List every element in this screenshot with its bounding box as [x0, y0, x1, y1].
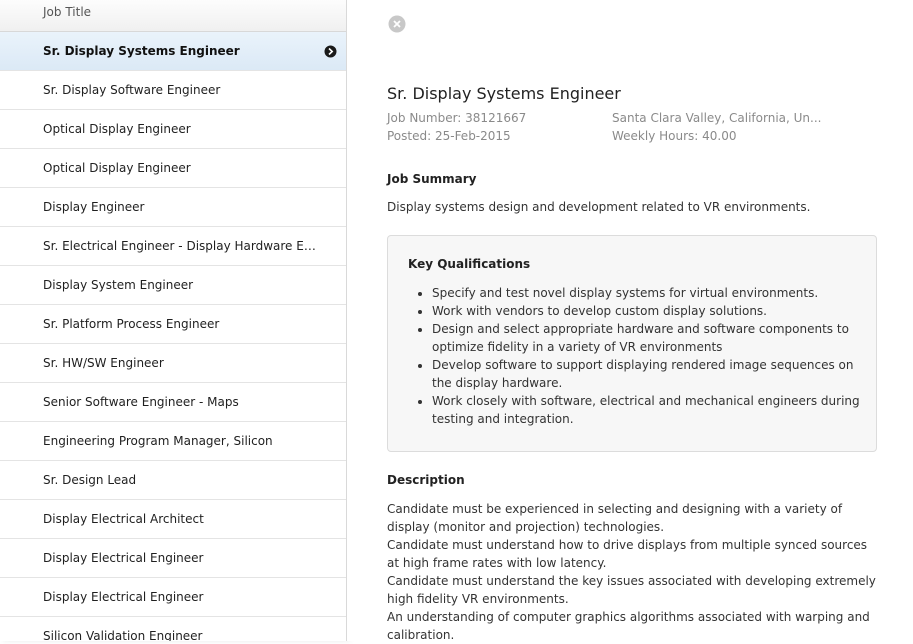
job-list-item[interactable]: Display System Engineer [0, 266, 346, 305]
job-list-item-label: Engineering Program Manager, Silicon [43, 434, 273, 448]
job-list-item-label: Sr. Platform Process Engineer [43, 317, 220, 331]
job-list: Sr. Display Systems Engineer Sr. Display… [0, 32, 346, 641]
job-list-item[interactable]: Display Electrical Engineer [0, 539, 346, 578]
job-list-item-label: Sr. HW/SW Engineer [43, 356, 164, 370]
job-summary-heading: Job Summary [387, 172, 477, 186]
job-list-sidebar: Job Title Sr. Display Systems Engineer S… [0, 0, 347, 641]
description-text: Candidate must be experienced in selecti… [387, 500, 879, 644]
job-list-item[interactable]: Optical Display Engineer [0, 110, 346, 149]
close-icon[interactable] [388, 15, 406, 33]
key-qualifications-box: Key Qualifications Specify and test nove… [387, 235, 877, 452]
job-location: Santa Clara Valley, California, Un... [612, 111, 822, 125]
job-title-column-header[interactable]: Job Title [0, 0, 346, 32]
job-list-item-label: Sr. Display Software Engineer [43, 83, 221, 97]
job-list-item[interactable]: Optical Display Engineer [0, 149, 346, 188]
chevron-right-icon [324, 45, 337, 58]
qualification-item: Design and select appropriate hardware a… [432, 320, 872, 356]
job-list-item[interactable]: Display Electrical Architect [0, 500, 346, 539]
description-paragraph: Candidate must be experienced in selecti… [387, 502, 843, 534]
job-list-item[interactable]: Display Electrical Engineer [0, 578, 346, 617]
job-list-item[interactable]: Display Engineer [0, 188, 346, 227]
key-qualifications-list: Specify and test novel display systems f… [412, 284, 872, 428]
description-paragraph: Candidate must understand the key issues… [387, 574, 876, 606]
job-list-item-label: Silicon Validation Engineer [43, 629, 203, 641]
job-list-item-label: Optical Display Engineer [43, 122, 191, 136]
job-list-item-label: Display Electrical Engineer [43, 590, 204, 604]
key-qualifications-heading: Key Qualifications [408, 257, 531, 271]
job-list-item-label: Display Electrical Architect [43, 512, 204, 526]
qualification-item: Specify and test novel display systems f… [432, 284, 872, 302]
job-list-item[interactable]: Engineering Program Manager, Silicon [0, 422, 346, 461]
job-list-item[interactable]: Sr. HW/SW Engineer [0, 344, 346, 383]
job-list-item[interactable]: Sr. Display Software Engineer [0, 71, 346, 110]
job-list-item[interactable]: Silicon Validation Engineer [0, 617, 346, 641]
job-list-item-label: Display System Engineer [43, 278, 194, 292]
job-list-item[interactable]: Sr. Electrical Engineer - Display Hardwa… [0, 227, 346, 266]
job-list-item-label: Display Engineer [43, 200, 145, 214]
description-paragraph: Candidate must understand how to drive d… [387, 538, 868, 570]
job-detail-panel: Sr. Display Systems Engineer Job Number:… [347, 0, 913, 644]
job-list-item-label: Display Electrical Engineer [43, 551, 204, 565]
weekly-hours: Weekly Hours: 40.00 [612, 129, 737, 143]
qualification-item: Work with vendors to develop custom disp… [432, 302, 872, 320]
job-list-item[interactable]: Sr. Design Lead [0, 461, 346, 500]
job-list-item-label: Senior Software Engineer - Maps [43, 395, 239, 409]
job-summary-text: Display systems design and development r… [387, 200, 811, 214]
qualification-item: Develop software to support displaying r… [432, 356, 872, 392]
description-paragraph: An understanding of computer graphics al… [387, 610, 870, 642]
job-list-item-label: Optical Display Engineer [43, 161, 191, 175]
description-heading: Description [387, 473, 465, 487]
job-list-item[interactable]: Senior Software Engineer - Maps [0, 383, 346, 422]
job-list-item-label: Sr. Electrical Engineer - Display Hardwa… [43, 239, 346, 253]
qualification-item: Work closely with software, electrical a… [432, 392, 872, 428]
job-list-item-selected[interactable]: Sr. Display Systems Engineer [0, 32, 346, 71]
job-number: Job Number: 38121667 [387, 111, 527, 125]
job-list-item-label: Sr. Design Lead [43, 473, 137, 487]
job-detail-title: Sr. Display Systems Engineer [387, 84, 621, 103]
job-list-item-label: Sr. Display Systems Engineer [43, 44, 240, 58]
posted-date: Posted: 25-Feb-2015 [387, 129, 511, 143]
job-list-item[interactable]: Sr. Platform Process Engineer [0, 305, 346, 344]
